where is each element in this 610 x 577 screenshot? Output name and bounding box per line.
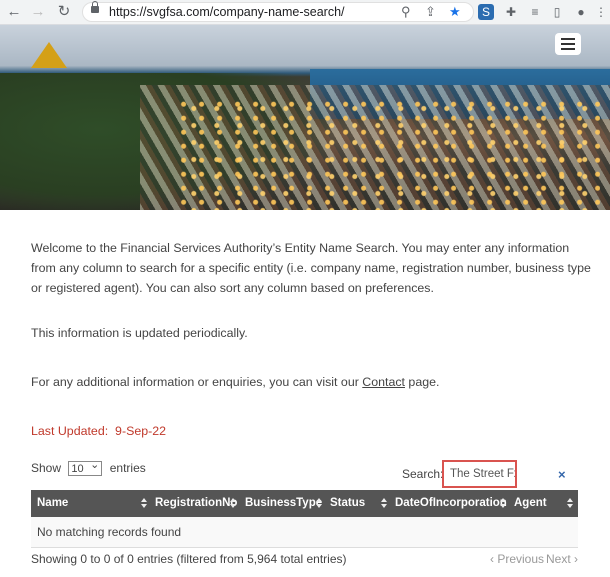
- address-bar[interactable]: https://svgfsa.com/company-name-search/ …: [82, 1, 474, 22]
- sort-icon[interactable]: [141, 498, 147, 509]
- entries-length-control: Show 10 entries: [31, 458, 146, 477]
- column-date-of-incorporation[interactable]: DateOfIncorporation: [395, 490, 507, 517]
- table-info: Showing 0 to 0 of 0 entries (filtered fr…: [31, 552, 347, 566]
- star-icon[interactable]: ★: [449, 4, 461, 20]
- intro-paragraph: Welcome to the Financial Services Author…: [31, 241, 591, 295]
- sidebar-icon[interactable]: ▯: [548, 3, 566, 21]
- url-text: https://svgfsa.com/company-name-search/: [109, 5, 345, 19]
- contact-suffix: page.: [404, 375, 440, 389]
- last-updated-label: Last Updated:: [31, 424, 109, 438]
- forward-arrow-icon[interactable]: →: [28, 2, 48, 22]
- table-header: Name RegistrationNo BusinessType Status …: [31, 490, 578, 517]
- previous-button[interactable]: ‹ Previous: [490, 552, 544, 566]
- column-registration-no[interactable]: RegistrationNo: [155, 490, 237, 517]
- contact-link[interactable]: Contact: [362, 375, 405, 389]
- site-logo[interactable]: [31, 42, 67, 68]
- table-empty-row: No matching records found: [31, 517, 578, 548]
- sort-icon[interactable]: [381, 498, 387, 509]
- column-status[interactable]: Status: [330, 490, 365, 517]
- back-arrow-icon[interactable]: ←: [4, 2, 24, 22]
- empty-message: No matching records found: [37, 525, 182, 539]
- hero-city-lights: [180, 100, 600, 210]
- contact-prefix: For any additional information or enquir…: [31, 375, 363, 389]
- update-note: This information is updated periodically…: [31, 326, 248, 340]
- search-input[interactable]: The Street Fx: [442, 460, 517, 488]
- next-button[interactable]: Next ›: [546, 552, 578, 566]
- puzzle-icon[interactable]: ✚: [502, 3, 520, 21]
- playlist-icon[interactable]: ≡: [526, 3, 544, 21]
- next-label: Next: [546, 552, 571, 566]
- share-icon[interactable]: ⇪: [425, 4, 436, 20]
- sort-icon[interactable]: [230, 498, 236, 509]
- sort-icon[interactable]: [500, 498, 506, 509]
- extension-icon[interactable]: S: [478, 4, 494, 20]
- reload-icon[interactable]: ↻: [54, 2, 74, 22]
- contact-paragraph: For any additional information or enquir…: [31, 372, 591, 392]
- kebab-menu-icon[interactable]: ⋮: [592, 3, 610, 21]
- sort-icon[interactable]: [567, 498, 573, 509]
- browser-toolbar: ← → ↻ https://svgfsa.com/company-name-se…: [0, 0, 610, 25]
- clear-search-icon[interactable]: ×: [558, 467, 566, 482]
- column-agent[interactable]: Agent: [514, 490, 547, 517]
- hamburger-menu-icon[interactable]: [555, 33, 581, 55]
- show-label: Show: [31, 461, 62, 475]
- last-updated: Last Updated: 9-Sep-22: [31, 421, 591, 441]
- entries-select[interactable]: 10: [68, 458, 103, 477]
- lock-icon: [91, 1, 99, 13]
- previous-label: Previous: [497, 552, 545, 566]
- entries-label: entries: [109, 461, 146, 475]
- last-updated-value: 9-Sep-22: [115, 424, 167, 438]
- column-business-type[interactable]: BusinessType: [245, 490, 322, 517]
- column-name[interactable]: Name: [37, 490, 68, 517]
- profile-icon[interactable]: ●: [572, 3, 590, 21]
- hero-banner-image: [0, 25, 610, 210]
- sort-icon[interactable]: [316, 498, 322, 509]
- zoom-icon[interactable]: ⚲: [401, 4, 411, 20]
- search-label: Search:: [402, 467, 444, 481]
